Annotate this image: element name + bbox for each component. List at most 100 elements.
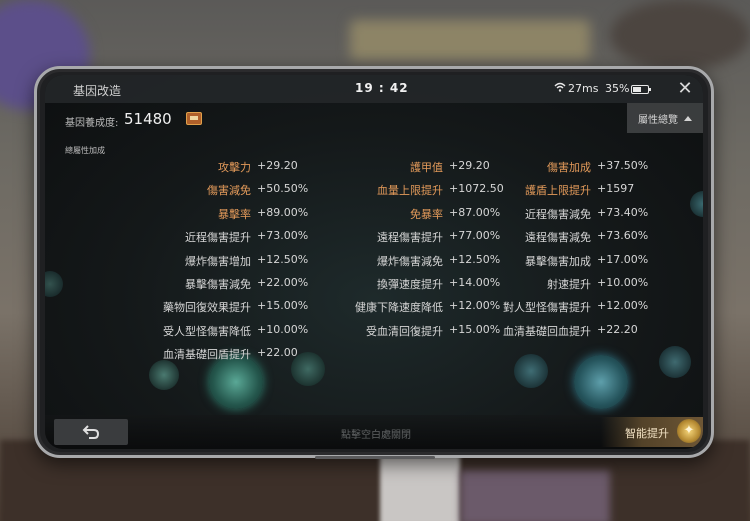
stat-name: 血清基礎回盾提升 <box>163 348 251 362</box>
back-button[interactable] <box>54 419 128 445</box>
clock: 19 : 42 <box>355 81 409 95</box>
stat-value: +12.50% <box>449 252 501 266</box>
stat-value: +1072.50 <box>449 182 504 196</box>
stat-row: 射速提升 <box>547 276 591 292</box>
close-hint: 點擊空白處關閉 <box>341 430 411 441</box>
stat-name: 血量上限提升 <box>377 184 443 198</box>
stat-value: +22.00 <box>257 346 298 360</box>
stat-value: +37.50% <box>597 159 649 172</box>
stat-name: 血清基礎回血提升 <box>503 324 591 338</box>
gene-node <box>574 355 628 409</box>
background-blur <box>350 20 590 60</box>
attribute-overview-button[interactable]: 屬性總覽 <box>627 103 703 133</box>
stat-row: 免暴率 <box>410 206 443 222</box>
stat-name: 攻擊力 <box>218 161 251 174</box>
stat-value: +12.00% <box>449 299 501 313</box>
gene-node <box>209 355 263 409</box>
smart-upgrade-label: 智能提升 <box>625 427 669 440</box>
stat-row: 護盾上限提升 <box>525 182 591 198</box>
stat-name: 傷害減免 <box>207 184 251 198</box>
stat-value: +77.00% <box>449 229 501 243</box>
gene-score-value: 51480 <box>124 110 172 128</box>
stat-name: 護甲值 <box>410 161 443 174</box>
stat-name: 受血清回復提升 <box>366 324 443 338</box>
home-indicator <box>315 456 435 459</box>
stat-value: +29.20 <box>449 159 490 172</box>
stat-row: 血量上限提升 <box>377 182 443 198</box>
phone-frame: 基因改造 19 : 42 27ms 35% ✕ 基因養成度: 51480 屬性總… <box>34 66 714 459</box>
stat-name: 免暴率 <box>410 207 443 221</box>
stat-row: 近程傷害提升 <box>185 229 251 245</box>
stat-value: +29.20 <box>257 159 298 172</box>
stat-name: 暴擊傷害加成 <box>525 254 591 268</box>
stat-row: 爆炸傷害增加 <box>185 253 251 269</box>
wifi-icon <box>554 82 566 95</box>
stat-name: 健康下降速度降低 <box>355 301 443 315</box>
gene-score-badge-icon <box>186 112 202 125</box>
stat-value: +14.00% <box>449 276 501 289</box>
gene-node <box>149 360 179 390</box>
stat-name: 傷害加成 <box>547 161 591 174</box>
stat-value: +10.00% <box>257 322 309 336</box>
caret-up-icon <box>684 115 692 121</box>
battery-percent: 35% <box>605 82 630 95</box>
screen-title: 基因改造 <box>73 84 122 98</box>
stat-value: +22.00% <box>257 276 309 289</box>
ping-readout: 27ms <box>568 82 599 95</box>
stat-name: 爆炸傷害增加 <box>185 254 251 268</box>
stat-value: +50.50% <box>257 182 309 196</box>
gene-node <box>659 346 691 378</box>
stat-row: 爆炸傷害減免 <box>377 253 443 269</box>
background-blur <box>380 455 460 521</box>
stat-name: 近程傷害減免 <box>525 207 591 221</box>
stat-name: 近程傷害提升 <box>185 231 251 245</box>
stat-value: +89.00% <box>257 205 309 219</box>
gene-node <box>45 271 63 297</box>
stat-row: 受血清回復提升 <box>366 323 443 339</box>
attribute-overview-label: 屬性總覽 <box>638 114 678 126</box>
stat-row: 受人型怪傷害降低 <box>163 323 251 339</box>
stat-row: 傷害加成 <box>547 159 591 175</box>
gene-node <box>514 354 548 388</box>
stat-value: +22.20 <box>597 322 638 336</box>
stat-value: +73.00% <box>257 229 309 243</box>
stat-row: 血清基礎回盾提升 <box>163 346 251 362</box>
battery-icon <box>631 85 651 94</box>
background-blur <box>460 470 610 521</box>
stat-value: +87.00% <box>449 205 501 219</box>
stat-name: 暴擊率 <box>218 207 251 221</box>
gene-score-label: 基因養成度: <box>65 118 119 129</box>
stat-row: 對人型怪傷害提升 <box>503 299 591 315</box>
stat-row: 藥物回復效果提升 <box>163 299 251 315</box>
stat-row: 傷害減免 <box>207 182 251 198</box>
stat-row: 暴擊傷害減免 <box>185 276 251 292</box>
stat-value: +15.00% <box>257 299 309 313</box>
stat-value: +10.00% <box>597 276 649 289</box>
close-icon[interactable]: ✕ <box>673 77 697 101</box>
stat-name: 換彈速度提升 <box>377 278 443 291</box>
bottom-bar: 點擊空白處關閉 智能提升 ✦ <box>45 415 703 449</box>
stat-row: 換彈速度提升 <box>377 276 443 292</box>
stat-row: 暴擊傷害加成 <box>525 253 591 269</box>
game-screen: 基因改造 19 : 42 27ms 35% ✕ 基因養成度: 51480 屬性總… <box>45 75 703 449</box>
stat-row: 攻擊力 <box>218 159 251 175</box>
stat-value: +17.00% <box>597 252 649 266</box>
stat-name: 爆炸傷害減免 <box>377 254 443 268</box>
stat-value: +73.40% <box>597 205 649 219</box>
stat-value: +12.50% <box>257 252 309 266</box>
stat-name: 受人型怪傷害降低 <box>163 324 251 338</box>
lightbulb-icon: ✦ <box>677 419 701 443</box>
stat-row: 暴擊率 <box>218 206 251 222</box>
stat-name: 對人型怪傷害提升 <box>503 301 591 315</box>
smart-upgrade-button[interactable]: 智能提升 ✦ <box>601 417 703 447</box>
back-arrow-icon <box>82 425 100 439</box>
stat-name: 射速提升 <box>547 278 591 291</box>
stat-row: 遠程傷害提升 <box>377 229 443 245</box>
stat-row: 血清基礎回血提升 <box>503 323 591 339</box>
stat-name: 遠程傷害減免 <box>525 231 591 245</box>
gene-node <box>690 191 703 217</box>
stat-row: 健康下降速度降低 <box>355 299 443 315</box>
stat-name: 藥物回復效果提升 <box>163 301 251 315</box>
background-blur <box>610 0 750 70</box>
stat-name: 暴擊傷害減免 <box>185 278 251 291</box>
